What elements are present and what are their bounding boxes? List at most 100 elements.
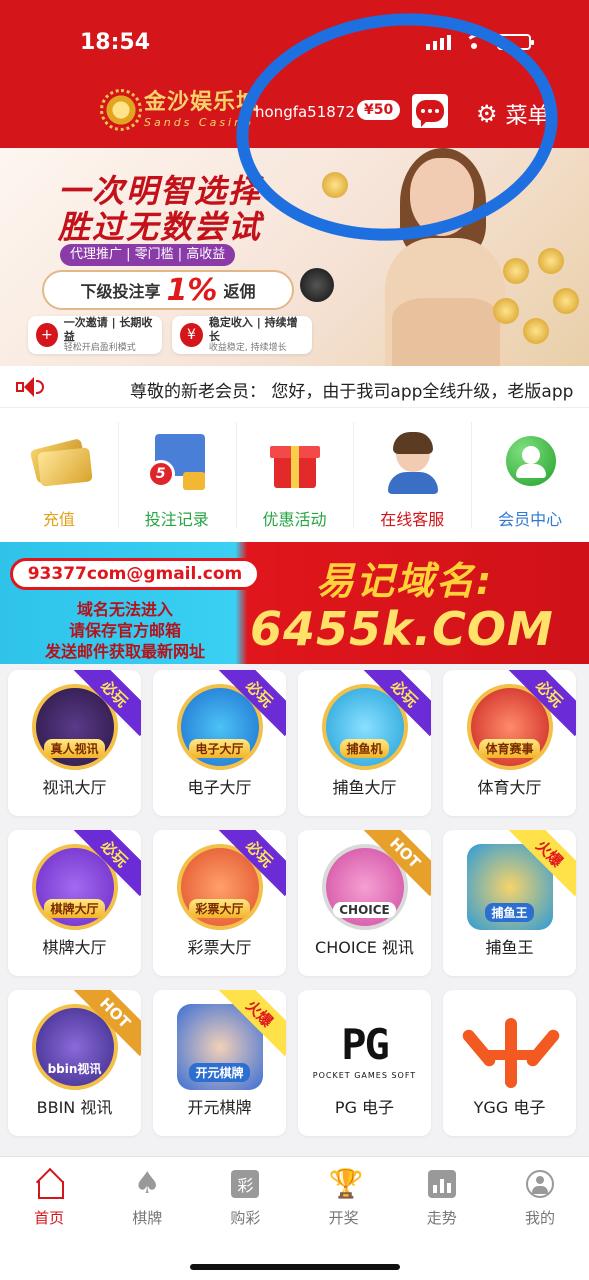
card1-main: 一次邀请 | 长期收益 (63, 316, 153, 343)
game-art-label: 体育赛事 (479, 739, 540, 758)
game-art-label: CHOICE (333, 902, 396, 918)
game-tile[interactable]: 真人视讯 必玩 视讯大厅 (8, 670, 141, 816)
game-name: 开元棋牌 (187, 1098, 252, 1117)
tab-label: 首页 (34, 1209, 65, 1227)
coins-decoration (483, 208, 583, 358)
tab-mine[interactable]: 我的 (491, 1157, 589, 1280)
quick-action-member-center[interactable]: 会员中心 (471, 408, 589, 542)
bottom-tab-bar: 首页 ♠ 棋牌 彩 购彩 🏆 开奖 走势 我的 (0, 1156, 589, 1280)
game-art-label: 棋牌大厅 (44, 899, 105, 918)
chat-icon (416, 100, 444, 127)
game-tile[interactable]: 开元棋牌 火爆 开元棋牌 (153, 990, 286, 1136)
menu-label: 菜单 (505, 104, 550, 129)
game-name: YGG 电子 (473, 1098, 546, 1117)
game-name: 彩票大厅 (187, 938, 252, 957)
yen-icon: ¥ (180, 323, 203, 347)
menu-button[interactable]: ⚙ 菜单 (476, 98, 550, 130)
logo-en-text: Sands Casino (144, 116, 254, 129)
chat-button[interactable] (412, 94, 448, 128)
game-name: 棋牌大厅 (42, 938, 107, 957)
domain-notice-banner[interactable]: 93377com@gmail.com 域名无法进入 请保存官方邮箱 发送邮件获取… (0, 542, 589, 664)
game-art-label: 开元棋牌 (189, 1063, 250, 1082)
game-art-label: bbin视讯 (47, 1062, 102, 1076)
spade-icon: ♠ (133, 1166, 161, 1201)
user-icon (525, 1170, 554, 1198)
notice-domain: 6455k.COM (250, 602, 554, 656)
game-art-label: 真人视讯 (44, 739, 105, 758)
game-tile[interactable]: 体育赛事 必玩 体育大厅 (443, 670, 576, 816)
quick-action-label: 充值 (42, 510, 75, 529)
brand-logo: 金沙娱乐城 Sands Casino (100, 89, 260, 131)
wifi-icon (463, 34, 489, 50)
banner-title-line2: 胜过无数尝试 (58, 208, 263, 246)
app-header: 18:54 金沙娱乐城 Sands Casino hongfa51872 ¥50… (0, 0, 589, 148)
quick-action-label: 优惠活动 (262, 510, 327, 529)
tab-label: 走势 (426, 1209, 457, 1227)
lottery-icon: 5 (145, 430, 209, 494)
tab-label: 棋牌 (132, 1209, 163, 1227)
quick-action-label: 会员中心 (498, 510, 563, 529)
pg-logo-sub: POCKET GAMES SOFT (312, 1071, 417, 1080)
game-name: PG 电子 (334, 1098, 395, 1117)
home-icon (34, 1169, 65, 1199)
home-indicator (190, 1264, 400, 1270)
logo-cn-text: 金沙娱乐城 (144, 90, 260, 115)
game-tile[interactable]: bbin视讯 HOT BBIN 视讯 (8, 990, 141, 1136)
tab-home[interactable]: 首页 (0, 1157, 98, 1280)
card1-sub: 轻松开启盈利模式 (63, 342, 136, 353)
signal-icon (426, 34, 451, 50)
tab-draw-results[interactable]: 🏆 开奖 (295, 1157, 393, 1280)
quick-action-deposit[interactable]: 充值 (0, 408, 118, 542)
quick-action-label: 在线客服 (380, 510, 445, 529)
gift-icon (262, 430, 326, 494)
game-tile[interactable]: 捕鱼机 必玩 捕鱼大厅 (298, 670, 431, 816)
notice-line3: 发送邮件获取最新网址 (44, 642, 205, 661)
tab-trends[interactable]: 走势 (393, 1157, 491, 1280)
game-tile[interactable]: 彩票大厅 必玩 彩票大厅 (153, 830, 286, 976)
tab-label: 购彩 (230, 1209, 261, 1227)
announcement-marquee[interactable]: 尊敬的新老会员： 您好，由于我司app全线升级，老版app (0, 366, 589, 408)
battery-icon (497, 34, 534, 50)
game-name: 体育大厅 (477, 778, 542, 797)
game-tile[interactable]: 电子大厅 必玩 电子大厅 (153, 670, 286, 816)
trend-icon (427, 1170, 456, 1198)
quick-action-promotions[interactable]: 优惠活动 (235, 408, 354, 542)
coin-icon (322, 172, 348, 198)
tab-label: 我的 (524, 1209, 555, 1227)
plus-icon: + (36, 323, 58, 347)
commission-pill: 下级投注享 1% 返佣 (42, 270, 294, 310)
lottery-icon: 彩 (231, 1170, 260, 1198)
game-tile[interactable]: 棋牌大厅 必玩 棋牌大厅 (8, 830, 141, 976)
pill-suffix: 返佣 (223, 282, 256, 301)
tab-label: 开奖 (328, 1209, 359, 1227)
game-grid: 真人视讯 必玩 视讯大厅 电子大厅 必玩 电子大厅 捕鱼机 必玩 捕鱼大厅 体育… (8, 670, 581, 1136)
banner-card-income: ¥ 稳定收入 | 持续增长 收益稳定, 持续增长 (172, 316, 312, 354)
card-icon (27, 430, 93, 494)
tab-buy-lottery[interactable]: 彩 购彩 (196, 1157, 294, 1280)
game-name: 电子大厅 (187, 778, 252, 797)
ygg-logo-icon (459, 1008, 562, 1094)
quick-action-label: 投注记录 (144, 510, 209, 529)
notice-title: 易记域名: (316, 559, 494, 603)
game-name: 视讯大厅 (42, 778, 107, 797)
game-tile[interactable]: CHOICE HOT CHOICE 视讯 (298, 830, 431, 976)
status-time: 18:54 (80, 30, 151, 55)
marquee-text: 尊敬的新老会员： 您好，由于我司app全线升级，老版app (130, 382, 574, 402)
official-email: 93377com@gmail.com (10, 558, 260, 590)
status-icons (426, 34, 534, 50)
game-tile[interactable]: PG POCKET GAMES SOFT PG 电子 (298, 990, 431, 1136)
card2-sub: 收益稳定, 持续增长 (208, 342, 287, 353)
quick-action-customer-service[interactable]: 在线客服 (353, 408, 471, 542)
game-name: 捕鱼大厅 (332, 778, 397, 797)
username[interactable]: hongfa51872 (255, 103, 355, 121)
quick-action-bet-records[interactable]: 5 投注记录 (117, 408, 236, 542)
card2-main: 稳定收入 | 持续增长 (208, 316, 298, 343)
game-tile[interactable]: YGG 电子 (443, 990, 576, 1136)
pill-prefix: 下级投注享 (80, 282, 161, 301)
sun-logo-icon (100, 89, 142, 131)
promo-banner[interactable]: 一次明智选择 胜过无数尝试 代理推广 | 零门槛 | 高收益 下级投注享 1% … (0, 148, 589, 366)
tab-chess-cards[interactable]: ♠ 棋牌 (98, 1157, 196, 1280)
game-tile[interactable]: 捕鱼王 火爆 捕鱼王 (443, 830, 576, 976)
member-icon (498, 430, 562, 494)
balance-badge[interactable]: ¥50 (357, 100, 401, 120)
